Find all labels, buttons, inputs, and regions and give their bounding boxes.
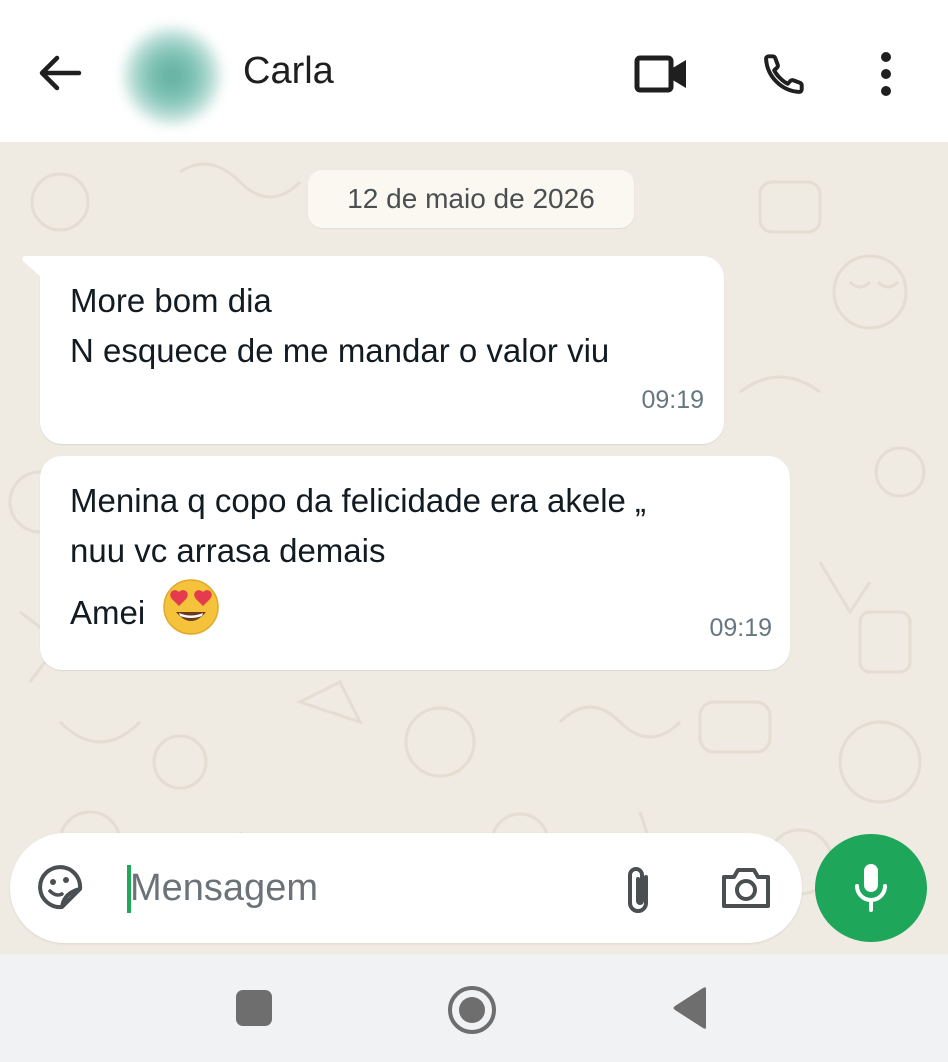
sticker-button[interactable] bbox=[36, 863, 86, 913]
message-text-amei: Amei bbox=[70, 594, 146, 631]
message-input[interactable] bbox=[118, 855, 600, 921]
camera-icon bbox=[722, 868, 770, 908]
video-call-button[interactable] bbox=[630, 44, 694, 104]
message-text: More bom dia bbox=[70, 282, 272, 319]
message-composer bbox=[10, 833, 802, 943]
paperclip-icon bbox=[628, 867, 648, 913]
system-navigation-bar bbox=[0, 954, 948, 1062]
message-bubble[interactable]: Menina q copo da felicidade era akele „ … bbox=[40, 456, 790, 670]
chat-header: Carla bbox=[0, 0, 948, 142]
camera-button[interactable] bbox=[720, 865, 772, 911]
bubble-tail bbox=[22, 256, 42, 278]
message-text: Amei 😍 bbox=[70, 579, 219, 635]
recents-button[interactable] bbox=[228, 982, 280, 1034]
date-chip: 12 de maio de 2026 bbox=[308, 170, 634, 228]
message-text: N esquece de me mandar o valor viu bbox=[70, 332, 610, 369]
microphone-icon bbox=[855, 864, 887, 912]
home-button[interactable] bbox=[444, 982, 500, 1038]
triangle-back-icon bbox=[673, 987, 706, 1029]
circle-icon bbox=[448, 986, 496, 1034]
square-icon bbox=[236, 990, 272, 1026]
message-text: nuu vc arrasa demais bbox=[70, 532, 386, 569]
avatar[interactable] bbox=[124, 28, 220, 124]
sticker-emoji-icon bbox=[38, 865, 83, 910]
arrow-left-icon bbox=[39, 55, 82, 91]
message-text: Menina q copo da felicidade era akele „ bbox=[70, 482, 647, 519]
message-time: 09:19 bbox=[641, 386, 704, 414]
heart-eyes-emoji-icon bbox=[163, 579, 219, 635]
voice-call-button[interactable] bbox=[754, 44, 814, 104]
video-camera-icon bbox=[634, 55, 686, 93]
more-options-button[interactable] bbox=[866, 44, 906, 104]
attach-button[interactable] bbox=[620, 863, 660, 917]
message-bubble[interactable]: More bom dia N esquece de me mandar o va… bbox=[22, 256, 724, 444]
voice-message-button[interactable] bbox=[815, 834, 927, 942]
system-back-button[interactable] bbox=[664, 982, 716, 1034]
message-time: 09:19 bbox=[709, 614, 772, 642]
contact-name[interactable]: Carla bbox=[243, 50, 334, 93]
more-vertical-icon bbox=[881, 52, 891, 96]
phone-icon bbox=[764, 54, 804, 94]
back-button[interactable] bbox=[30, 46, 90, 100]
